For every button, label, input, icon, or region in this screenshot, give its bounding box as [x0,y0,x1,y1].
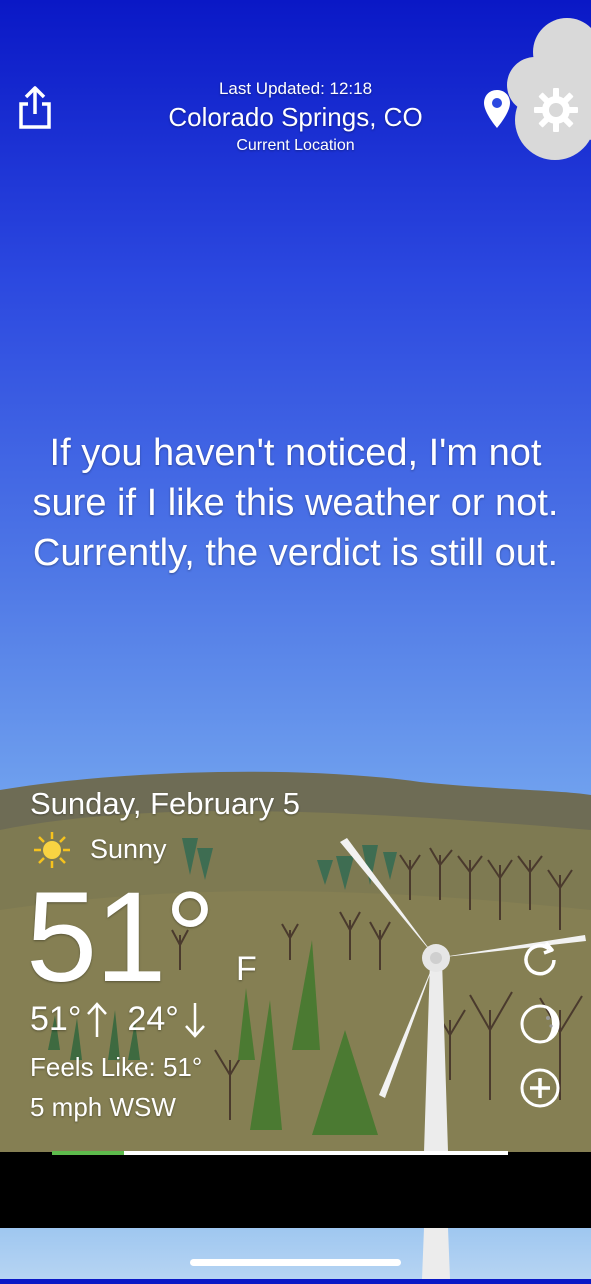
wind-label: 5 mph WSW [30,1092,176,1122]
low-temperature: 24° [127,1000,179,1038]
arrow-down-icon [184,1002,205,1038]
add-location-button[interactable] [518,1066,562,1110]
arrow-up-icon [87,1001,108,1037]
feels-like-label: Feels Like: 51° [30,1052,203,1082]
add-icon [520,1068,560,1108]
current-temperature: 51° [26,866,216,1009]
windmill-base [422,1228,450,1279]
gear-icon [534,88,578,132]
date-label: Sunday, February 5 [30,786,300,821]
moon-phase-button[interactable] [518,1002,562,1046]
location-label: Current Location [236,137,355,154]
bottom-sky [0,1228,591,1279]
home-indicator[interactable] [190,1259,401,1266]
ad-banner-area [0,1152,591,1228]
settings-button[interactable] [532,86,580,134]
header: Last Updated: 12:18 Colorado Springs, CO… [0,0,591,170]
weather-quote: If you haven't noticed, I'm not sure if … [32,432,559,574]
moon-phase-icon [520,1004,560,1044]
temperature-unit[interactable]: F [236,950,257,989]
refresh-icon [524,941,556,976]
progress-fill [52,1151,124,1155]
high-low-temperature: 51° 24° [30,1000,207,1039]
refresh-button[interactable] [518,938,562,982]
condition-label: Sunny [90,834,167,864]
high-temperature: 51° [30,1000,82,1038]
sun-icon [32,830,72,870]
